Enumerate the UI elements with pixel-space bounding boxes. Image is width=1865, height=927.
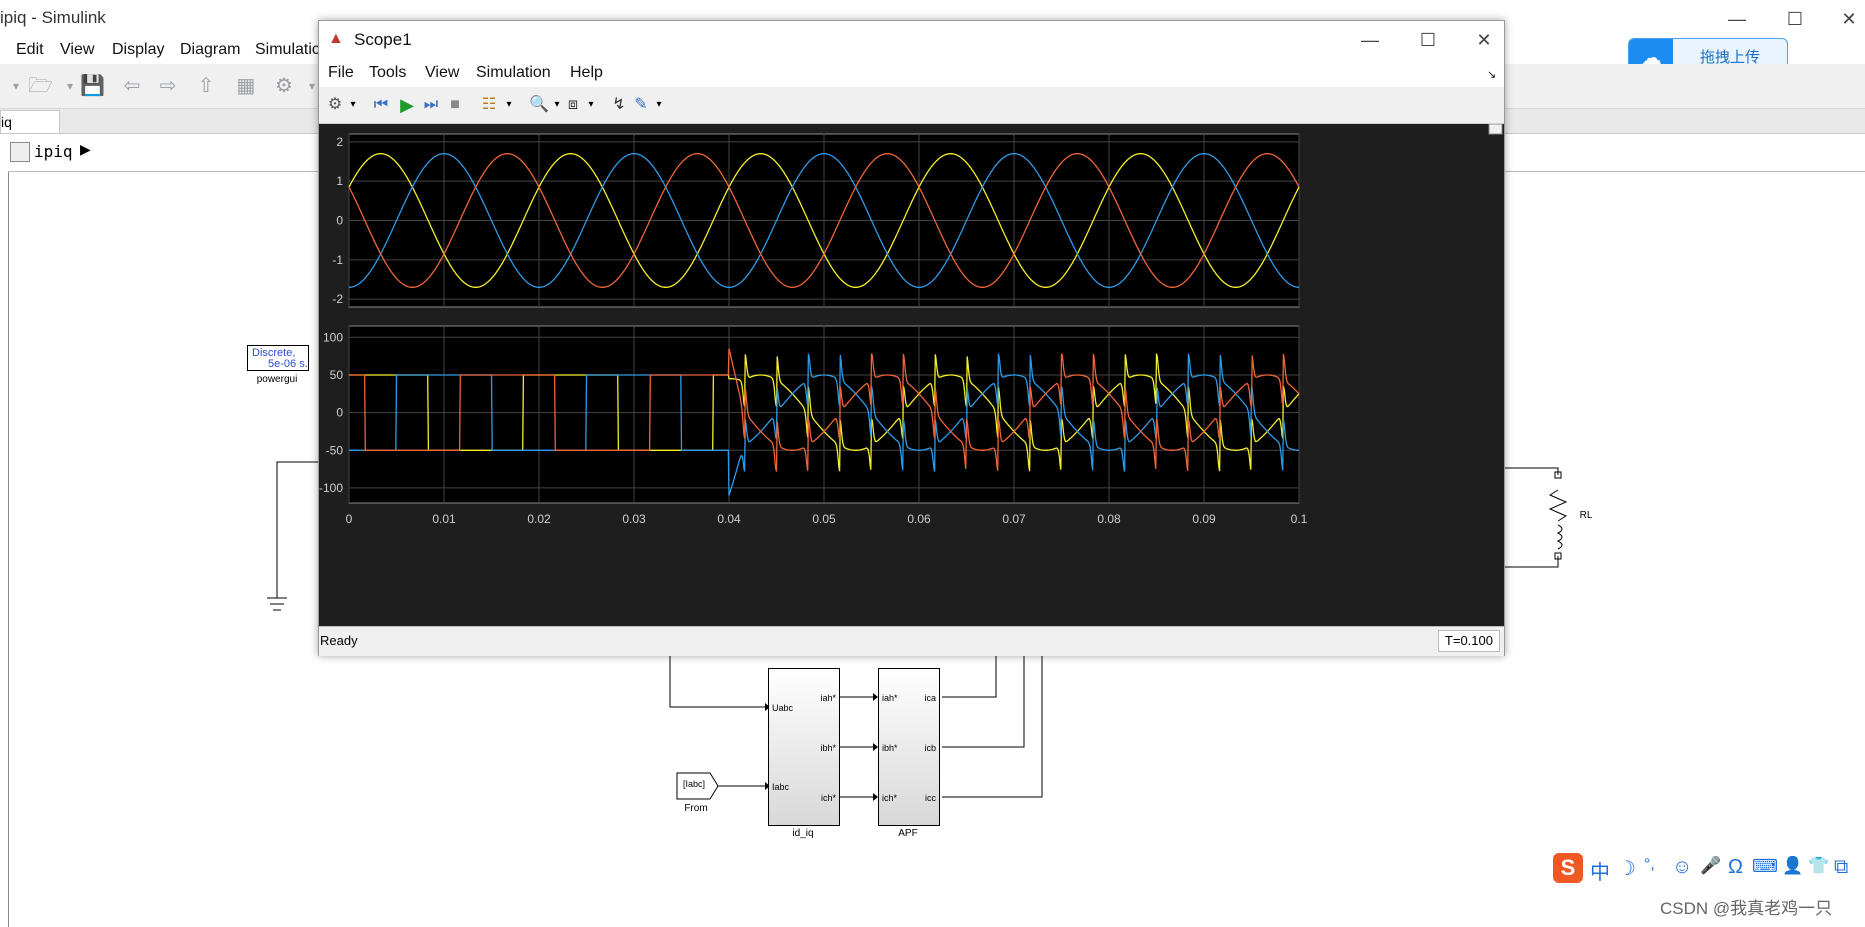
axes-2-ytick-label-4: -100 <box>319 481 343 495</box>
ime-toolbar: S 中 ☽ °, ☺ 🎤 Ω ⌨ 👤 👕 ⧉ <box>1550 850 1865 886</box>
scope-statusbar: Ready T=0.100 <box>319 626 1504 656</box>
highlight-block-icon[interactable]: ☷ <box>479 95 499 115</box>
apf-output-icc: icc <box>925 793 936 803</box>
scope-toolbar: ⚙ ▾ ⏮ ▶ ⏭ ■ ☷ ▾ 🔍 ▾ ⧈ ▾ ↯ ✎ ▾ <box>319 87 1504 124</box>
toolbox-icon[interactable]: ⧉ <box>1834 856 1848 879</box>
axes-1-ytick-label-1: 1 <box>336 174 343 188</box>
apf-input-iah: iah* <box>882 693 898 703</box>
user-icon[interactable]: 👤 <box>1782 856 1803 876</box>
scope-time-readout: T=0.100 <box>1437 630 1500 652</box>
ime-chinese-mode[interactable]: 中 <box>1590 856 1610 885</box>
idiq-input-iabc: Iabc <box>772 782 790 792</box>
step-forward-icon[interactable]: ⏭ <box>421 95 441 115</box>
apf-output-icb: icb <box>924 743 936 753</box>
scope-window: ▲ Scope1 — ☐ ✕ File Tools View Simulatio… <box>318 20 1505 656</box>
scope-menu-simulation[interactable]: Simulation <box>476 64 551 82</box>
axes-2-xtick-label-7: 0.07 <box>1002 512 1026 526</box>
axes-2-xtick-label-6: 0.06 <box>907 512 931 526</box>
idiq-label: id_iq <box>792 828 814 839</box>
emoji-icon[interactable]: ☺ <box>1672 856 1692 879</box>
axes-2-xtick-label-5: 0.05 <box>812 512 836 526</box>
axes-2-xtick-label-3: 0.03 <box>622 512 646 526</box>
moon-icon[interactable]: ☽ <box>1618 856 1636 881</box>
microphone-icon[interactable]: 🎤 <box>1700 856 1721 876</box>
axes-1-ytick-label-2: 0 <box>336 214 343 228</box>
idiq-output-iah: iah* <box>820 693 836 703</box>
axes-2-xtick-label-0: 0 <box>346 512 353 526</box>
apf-input-ich: ich* <box>882 793 898 803</box>
symbol-icon[interactable]: Ω <box>1728 856 1743 879</box>
stop-icon[interactable]: ■ <box>445 95 465 115</box>
scope-close-icon[interactable]: ✕ <box>1469 25 1499 55</box>
scope-titlebar: ▲ Scope1 — ☐ ✕ <box>319 21 1504 59</box>
scope-settings-gear-icon[interactable]: ⚙ <box>325 95 345 115</box>
axes-2-ytick-label-0: 100 <box>323 330 343 344</box>
dropdown-icon[interactable]: ▾ <box>499 95 519 115</box>
autoscale-icon[interactable]: ⧈ <box>563 95 583 115</box>
axes-1-ytick-label-0: 2 <box>336 135 343 149</box>
scope-menubar: File Tools View Simulation Help ↘ <box>319 59 1504 87</box>
scope-maximize-icon[interactable]: ☐ <box>1413 25 1443 55</box>
idiq-block[interactable]: Uabc Iabc iah* ibh* ich* <box>768 668 840 826</box>
axes-2-ytick-label-2: 0 <box>336 406 343 420</box>
axes-1-ytick-label-4: -2 <box>332 292 343 306</box>
dropdown-icon[interactable]: ▾ <box>649 95 669 115</box>
powergui-step: 5e-06 s. <box>268 358 308 370</box>
apf-output-ica: ica <box>924 693 936 703</box>
idiq-output-ibh: ibh* <box>820 743 836 753</box>
axes-expand-icon <box>1488 123 1503 135</box>
axes-2-xtick-label-8: 0.08 <box>1097 512 1121 526</box>
scope-menu-tools[interactable]: Tools <box>369 64 406 82</box>
triggers-icon[interactable]: ↯ <box>609 95 629 115</box>
apf-block[interactable]: iah* ibh* ich* ica icb icc <box>878 668 940 826</box>
idiq-input-uabc: Uabc <box>772 703 794 713</box>
axes-2-ytick-label-3: -50 <box>326 443 344 457</box>
idiq-output-ich: ich* <box>820 793 836 803</box>
skin-icon[interactable]: 👕 <box>1808 856 1829 876</box>
axes-2-xtick-label-10: 0.1 <box>1291 512 1308 526</box>
csdn-watermark: CSDN @我真老鸡一只 <box>1660 899 1833 918</box>
scope-window-title: Scope1 <box>354 30 412 49</box>
axes-1-ytick-label-3: -1 <box>332 253 343 267</box>
dropdown-icon[interactable]: ▾ <box>581 95 601 115</box>
undock-icon[interactable]: ↘ <box>1487 68 1496 81</box>
axes-2-xtick-label-9: 0.09 <box>1192 512 1216 526</box>
scope-plots: 2 1 0 -1 -2 100 50 0 -50 -100 0 0.01 0.02 0.03 0.04 0.0… <box>319 123 1503 526</box>
apf-label: APF <box>898 828 918 839</box>
axes-2-xtick-label-4: 0.04 <box>717 512 741 526</box>
scope-menu-help[interactable]: Help <box>570 64 603 82</box>
rl-load-label: RL <box>1579 510 1593 521</box>
run-icon[interactable]: ▶ <box>397 95 417 115</box>
from-label: From <box>684 803 708 814</box>
from-tag: [Iabc] <box>682 779 705 789</box>
axes-2-ytick-label-1: 50 <box>330 368 344 382</box>
scope-minimize-icon[interactable]: — <box>1355 25 1385 55</box>
axes-2-xtick-label-1: 0.01 <box>432 512 456 526</box>
scope-status-text: Ready <box>320 633 358 648</box>
scope-menu-file[interactable]: File <box>328 64 354 82</box>
sogou-logo-icon[interactable]: S <box>1553 853 1583 883</box>
scope-plot-area[interactable]: 2 1 0 -1 -2 100 50 0 -50 -100 0 0.01 0.02 0.03 0.04 0.0… <box>319 123 1504 644</box>
powergui-block[interactable]: Discrete, 5e-06 s. <box>247 345 309 371</box>
keyboard-icon[interactable]: ⌨ <box>1752 856 1778 877</box>
measurements-icon[interactable]: ✎ <box>631 95 651 115</box>
step-back-icon[interactable]: ⏮ <box>371 95 391 115</box>
punctuation-icon[interactable]: °, <box>1644 856 1655 874</box>
scope-menu-view[interactable]: View <box>425 64 459 82</box>
matlab-icon: ▲ <box>328 30 344 47</box>
apf-input-ibh: ibh* <box>882 743 898 753</box>
axes-2-xtick-label-2: 0.02 <box>527 512 551 526</box>
powergui-label: powergui <box>256 374 298 385</box>
dropdown-icon[interactable]: ▾ <box>343 95 363 115</box>
zoom-in-icon[interactable]: 🔍 <box>529 95 549 115</box>
